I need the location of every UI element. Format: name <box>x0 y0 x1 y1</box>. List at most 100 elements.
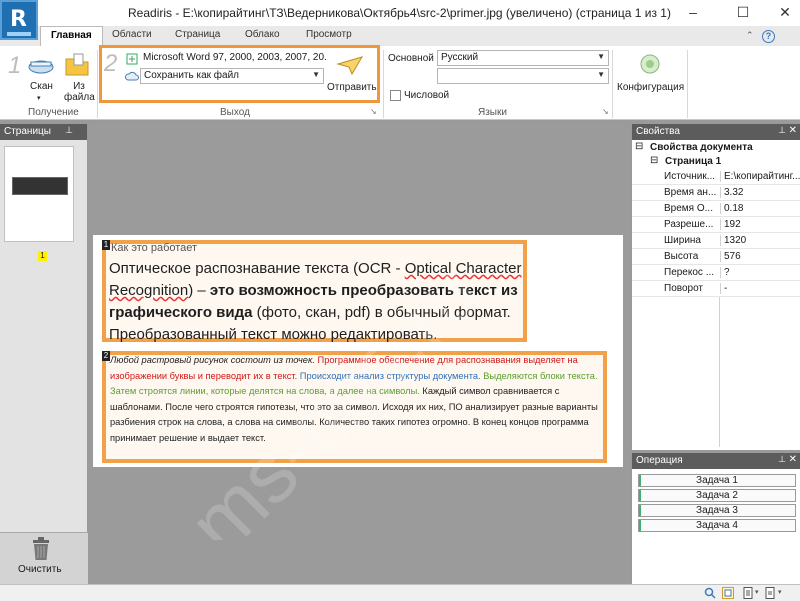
task-item[interactable]: Задача 4 <box>638 519 796 532</box>
numeric-checkbox[interactable] <box>390 90 401 101</box>
app-logo-icon[interactable]: R <box>0 0 38 40</box>
prop-key: Высота <box>664 251 699 262</box>
zone-number-badge: 2 <box>102 351 110 361</box>
secondary-language-select[interactable]: ▼ <box>437 68 609 84</box>
zone2-text-part: Любой растровый рисунок состоит из точек… <box>110 355 315 365</box>
tab-view[interactable]: Просмотр <box>306 29 352 40</box>
help-icon[interactable]: ? <box>762 30 775 43</box>
group-label-output: Выход <box>220 107 250 118</box>
pages-pane: Страницы ⊥ 1 <box>0 124 88 584</box>
zone1-text-part: Оптическое распознавание текста (OCR - <box>109 260 405 277</box>
folder-icon[interactable] <box>64 52 90 78</box>
chevron-down-icon: ▼ <box>597 70 605 79</box>
prop-row-ocr-time[interactable]: Время О... 0.18 <box>632 201 800 217</box>
pin-icon[interactable]: ⊥ <box>778 125 786 136</box>
minimize-button[interactable]: – <box>678 2 708 22</box>
collapse-icon[interactable]: ⊟ <box>635 141 643 152</box>
prop-key: Поворот <box>664 283 703 294</box>
close-button[interactable]: ✕ <box>770 2 800 22</box>
zone2-text-part: Происходит анализ структуры документа. <box>297 370 481 381</box>
tab-zones[interactable]: Области <box>112 29 152 40</box>
task-item[interactable]: Задача 3 <box>638 504 796 517</box>
prop-value: E:\копирайтинг... <box>720 171 800 182</box>
operations-pane-title: Операция <box>636 455 683 466</box>
prop-row-analysis-time[interactable]: Время ан... 3.32 <box>632 185 800 201</box>
recognition-zone-2[interactable]: 2 Любой растровый рисунок состоит из точ… <box>102 351 607 463</box>
zone1-text: Оптическое распознавание текста (OCR - O… <box>109 258 527 346</box>
zone1-heading: Как это работает <box>111 242 198 254</box>
prop-value: 192 <box>720 219 800 230</box>
ribbon-collapse-icon[interactable]: ⌃ <box>746 30 754 41</box>
group-separator <box>383 50 384 118</box>
chevron-down-icon[interactable]: ▾ <box>755 588 759 596</box>
zone1-text-part: ) – <box>188 282 210 299</box>
column-divider <box>719 297 720 447</box>
task-item[interactable]: Задача 1 <box>638 474 796 487</box>
zone2-text: Любой растровый рисунок состоит из точек… <box>110 353 604 446</box>
prop-key: Источник... <box>664 171 716 182</box>
prop-row-skew[interactable]: Перекос ...? <box>632 265 800 281</box>
tab-home[interactable]: Главная <box>40 26 103 47</box>
prop-row-resolution[interactable]: Разреше... 192 <box>632 217 800 233</box>
tab-cloud[interactable]: Облако <box>245 29 280 40</box>
clear-area: Очистить <box>0 532 88 584</box>
prop-value: ? <box>720 267 800 278</box>
prop-row-height[interactable]: Высота 576 <box>632 249 800 265</box>
pages-pane-title: Страницы <box>4 126 51 137</box>
configuration-button-label[interactable]: Конфигурация <box>617 82 684 93</box>
title-bar: Readiris - E:\копирайтинг\ТЗ\Ведерникова… <box>0 0 800 26</box>
document-page: 1 Как это работает Оптическое распознава… <box>93 235 623 467</box>
prop-value: 1320 <box>720 235 800 246</box>
pages-pane-header: Страницы ⊥ <box>0 124 87 140</box>
prop-key: Время ан... <box>664 187 716 198</box>
main-language-select[interactable]: Русский ▼ <box>437 50 609 66</box>
zoom-icon[interactable] <box>704 587 716 599</box>
collapse-icon[interactable]: ⊟ <box>650 155 658 166</box>
page-view-icon[interactable] <box>742 587 754 599</box>
operations-pane: Операция ⊥ ✕ Задача 1 Задача 2 Задача 3 … <box>631 453 800 584</box>
document-icon[interactable] <box>764 587 776 599</box>
group-separator <box>97 50 98 118</box>
prop-row-source[interactable]: Источник... E:\копирайтинг... <box>632 169 800 185</box>
scan-button-label[interactable]: Скан <box>30 81 53 92</box>
recognition-zone-1[interactable]: 1 Как это работает Оптическое распознава… <box>102 240 527 343</box>
close-icon[interactable]: ✕ <box>789 454 797 465</box>
prop-key: Перекос ... <box>664 267 715 278</box>
close-icon[interactable]: ✕ <box>789 125 797 136</box>
from-file-button-label[interactable]: Из файла <box>64 81 95 103</box>
prop-row-rotation[interactable]: Поворот - <box>632 281 800 297</box>
prop-group-page[interactable]: ⊟ Страница 1 <box>632 154 800 170</box>
language-main-label: Основной <box>388 53 434 64</box>
document-view[interactable]: 1 Как это работает Оптическое распознава… <box>89 124 631 584</box>
numeric-checkbox-label[interactable]: Числовой <box>404 90 449 101</box>
dialog-launcher-icon[interactable]: ↘ <box>370 107 377 116</box>
clear-button-label[interactable]: Очистить <box>18 564 62 575</box>
maximize-button[interactable]: ☐ <box>728 2 758 22</box>
window-title: Readiris - E:\копирайтинг\ТЗ\Ведерникова… <box>128 6 671 20</box>
thumbnail-image <box>12 177 68 195</box>
properties-pane-title: Свойства <box>636 126 680 137</box>
scanner-icon[interactable] <box>27 54 55 76</box>
fit-page-icon[interactable] <box>722 587 734 599</box>
task-item[interactable]: Задача 2 <box>638 489 796 502</box>
tab-page[interactable]: Страница <box>175 29 220 40</box>
prop-row-width[interactable]: Ширина 1320 <box>632 233 800 249</box>
zone-number-badge: 1 <box>102 240 110 250</box>
chevron-down-icon: ▼ <box>597 52 605 61</box>
prop-value: 576 <box>720 251 800 262</box>
group-separator <box>687 50 688 118</box>
group-label-languages: Языки <box>478 107 507 118</box>
prop-value: - <box>720 283 800 294</box>
group-separator <box>612 50 613 118</box>
trash-icon[interactable] <box>32 537 50 561</box>
prop-value: 3.32 <box>720 187 800 198</box>
scan-dropdown-arrow[interactable]: ▾ <box>37 93 41 104</box>
dialog-launcher-icon[interactable]: ↘ <box>602 107 609 116</box>
pin-icon[interactable]: ⊥ <box>778 454 786 465</box>
chevron-down-icon[interactable]: ▾ <box>778 588 782 596</box>
configuration-gear-icon[interactable] <box>638 52 662 76</box>
page-thumbnail[interactable]: 1 <box>4 146 74 261</box>
prop-key: Разреше... <box>664 219 714 230</box>
ribbon-tabs: Главная Области Страница Облако Просмотр… <box>0 26 800 47</box>
pin-icon[interactable]: ⊥ <box>65 125 73 136</box>
